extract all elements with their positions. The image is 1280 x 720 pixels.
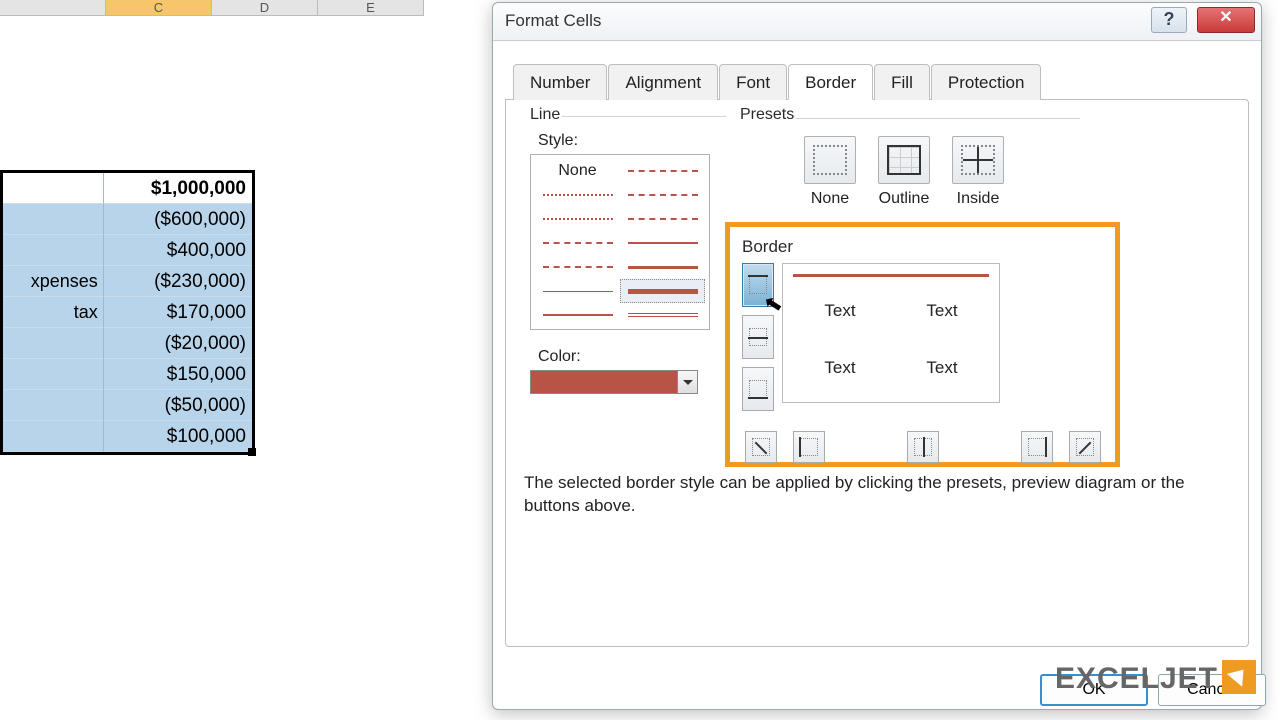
preset-none-icon — [813, 145, 847, 175]
dialog-title: Format Cells — [505, 11, 601, 31]
border-section-highlight: Border Text Text Text Text — [725, 222, 1120, 467]
border-bottom-button[interactable] — [742, 367, 774, 411]
line-style-none[interactable]: None — [535, 159, 620, 183]
diag-down-icon — [1076, 438, 1094, 456]
column-C[interactable]: C — [106, 0, 212, 16]
border-left-icon — [800, 438, 818, 456]
logo-arrow-icon — [1222, 660, 1256, 694]
border-vmid-button[interactable] — [907, 431, 939, 463]
preview-cell: Text — [789, 339, 891, 396]
border-diag-up-button[interactable] — [745, 431, 777, 463]
tab-fill[interactable]: Fill — [874, 64, 930, 100]
preset-inside-button[interactable] — [952, 136, 1004, 184]
preset-inside-icon — [961, 145, 995, 175]
line-style-opt[interactable] — [535, 255, 620, 279]
presets-label: Presets — [740, 106, 1080, 124]
line-style-opt[interactable] — [535, 279, 620, 303]
cell-value[interactable]: $1,000,000 — [104, 173, 252, 204]
border-color-swatch[interactable] — [530, 370, 678, 394]
line-group: Line Style: None Color: — [530, 106, 730, 394]
border-color-dropdown[interactable] — [678, 370, 698, 394]
border-right-icon — [1028, 438, 1046, 456]
preset-outline-label: Outline — [879, 190, 930, 208]
border-bottom-icon — [749, 380, 767, 398]
line-style-opt[interactable] — [620, 303, 705, 327]
line-style-palette: None — [530, 154, 710, 330]
border-left-button[interactable] — [793, 431, 825, 463]
help-button[interactable]: ? — [1151, 7, 1187, 33]
cell-value[interactable]: ($50,000) — [104, 390, 252, 421]
border-top-icon — [749, 276, 767, 294]
preset-none-label: None — [811, 190, 849, 208]
close-button[interactable]: ✕ — [1197, 7, 1255, 33]
tab-border[interactable]: Border — [788, 64, 873, 100]
border-right-button[interactable] — [1021, 431, 1053, 463]
line-style-opt[interactable] — [620, 183, 705, 207]
preset-none-button[interactable] — [804, 136, 856, 184]
border-label: Border — [742, 237, 1103, 257]
cell-value[interactable]: $150,000 — [104, 359, 252, 390]
line-style-opt[interactable] — [620, 255, 705, 279]
line-style-selected[interactable] — [620, 279, 705, 303]
cell-value[interactable]: $170,000 — [104, 297, 252, 328]
column-D[interactable]: D — [212, 0, 318, 16]
border-hmid-icon — [749, 328, 767, 346]
preset-outline-icon — [887, 145, 921, 175]
border-hmid-button[interactable] — [742, 315, 774, 359]
style-label: Style: — [538, 132, 730, 150]
tab-protection[interactable]: Protection — [931, 64, 1042, 100]
line-style-opt[interactable] — [620, 159, 705, 183]
line-style-opt[interactable] — [535, 207, 620, 231]
cell-value[interactable]: ($230,000) — [104, 266, 252, 297]
preview-cell: Text — [891, 282, 993, 339]
hint-text: The selected border style can be applied… — [524, 472, 1240, 518]
border-preview[interactable]: Text Text Text Text — [782, 263, 1000, 403]
tab-font[interactable]: Font — [719, 64, 787, 100]
tab-row: Number Alignment Font Border Fill Protec… — [513, 63, 1261, 99]
diag-up-icon — [752, 438, 770, 456]
border-diag-down-button[interactable] — [1069, 431, 1101, 463]
tab-alignment[interactable]: Alignment — [608, 64, 718, 100]
preset-inside-label: Inside — [957, 190, 1000, 208]
color-label: Color: — [538, 348, 730, 366]
fill-handle[interactable] — [248, 448, 256, 456]
tab-number[interactable]: Number — [513, 64, 607, 100]
column-E[interactable]: E — [318, 0, 424, 16]
column-headers: C D E — [0, 0, 424, 16]
preview-cell: Text — [891, 339, 993, 396]
line-style-opt[interactable] — [535, 303, 620, 327]
cell-value[interactable]: $400,000 — [104, 235, 252, 266]
border-vmid-icon — [914, 438, 932, 456]
presets-group: Presets None Outline Inside — [740, 106, 1080, 208]
cell-value[interactable]: ($600,000) — [104, 204, 252, 235]
cell-value[interactable]: $100,000 — [104, 421, 252, 452]
line-style-opt[interactable] — [535, 183, 620, 207]
cell-value[interactable]: ($20,000) — [104, 328, 252, 359]
preview-cell: Text — [789, 282, 891, 339]
line-style-opt[interactable] — [620, 231, 705, 255]
titlebar[interactable]: Format Cells ? ✕ — [493, 3, 1261, 41]
line-label: Line — [530, 106, 730, 124]
exceljet-logo: EXCELJET — [1055, 660, 1256, 696]
preset-outline-button[interactable] — [878, 136, 930, 184]
line-style-opt[interactable] — [620, 207, 705, 231]
selected-range: $1,000,000 ($600,000) $400,000 xpenses($… — [0, 170, 255, 455]
line-style-opt[interactable] — [535, 231, 620, 255]
preview-top-border — [793, 274, 989, 277]
